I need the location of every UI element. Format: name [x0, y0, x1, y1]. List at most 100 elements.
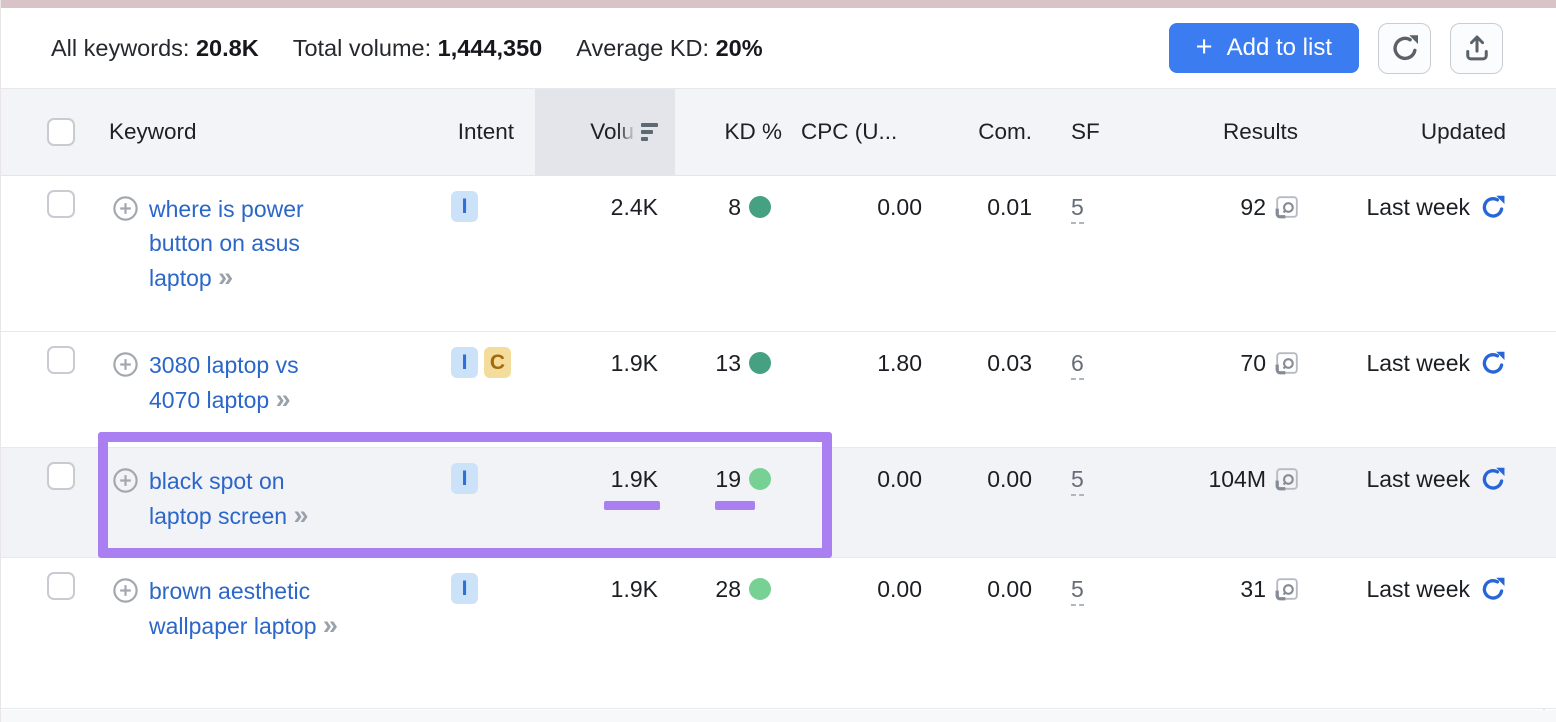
add-keyword-icon[interactable]	[111, 194, 140, 331]
refresh-keyword-icon[interactable]	[1480, 576, 1506, 708]
stat-average-kd-value: 20%	[716, 35, 763, 61]
com-value: 0.00	[931, 448, 1041, 557]
table-row: brown aesthetic wallpaper laptop » I 1.9…	[1, 558, 1556, 709]
column-header-cpc[interactable]: CPC (U...	[791, 89, 931, 175]
annotation-underline-volume	[604, 501, 660, 510]
expand-keyword-icon[interactable]: »	[323, 610, 338, 640]
keyword-magic-tool-page: All keywords: 20.8K Total volume: 1,444,…	[0, 0, 1556, 722]
cpc-value: 1.80	[791, 332, 931, 447]
sort-descending-icon	[641, 123, 658, 141]
com-value: 0.00	[931, 558, 1041, 708]
add-to-list-button[interactable]: + Add to list	[1169, 23, 1359, 73]
column-header-intent[interactable]: Intent	[445, 89, 535, 175]
table-body: where is power button on asus laptop » I…	[1, 176, 1556, 709]
sf-value[interactable]: 5	[1071, 194, 1084, 224]
volume-value: 1.9K	[535, 332, 675, 447]
results-value: 31	[1240, 574, 1266, 708]
kd-value: 28	[715, 574, 741, 708]
volume-value: 2.4K	[535, 176, 675, 331]
column-header-sf[interactable]: SF	[1041, 89, 1101, 175]
column-header-kd[interactable]: KD %	[675, 89, 791, 175]
com-value: 0.03	[931, 332, 1041, 447]
results-value: 104M	[1208, 464, 1266, 557]
table-header: Keyword Intent Volu KD % CPC (U... Com. …	[1, 89, 1556, 176]
toolbar-actions: + Add to list	[1169, 23, 1503, 74]
expand-keyword-icon[interactable]: »	[218, 262, 233, 292]
window-top-strip	[1, 0, 1556, 8]
serp-preview-icon[interactable]	[1273, 193, 1301, 331]
table-row: where is power button on asus laptop » I…	[1, 176, 1556, 332]
volume-value: 1.9K	[535, 558, 675, 708]
refresh-icon	[1390, 33, 1420, 63]
column-header-keyword[interactable]: Keyword	[105, 89, 445, 175]
column-header-updated[interactable]: Updated	[1311, 89, 1556, 175]
row-checkbox[interactable]	[47, 190, 75, 218]
column-header-results[interactable]: Results	[1101, 89, 1311, 175]
kd-value: 19	[715, 464, 741, 557]
refresh-keyword-icon[interactable]	[1480, 194, 1506, 331]
select-all-checkbox[interactable]	[47, 118, 75, 146]
add-keyword-icon[interactable]	[111, 350, 140, 447]
kd-value: 13	[715, 348, 741, 447]
table-row: 3080 laptop vs 4070 laptop » I C 1.9K 13…	[1, 332, 1556, 448]
refresh-button[interactable]	[1378, 23, 1431, 74]
export-button[interactable]	[1450, 23, 1503, 74]
expand-keyword-icon[interactable]: »	[276, 384, 291, 414]
intent-badge-informational[interactable]: I	[451, 191, 478, 222]
table-row-highlighted: black spot on laptop screen » I 1.9K 19 …	[1, 448, 1556, 558]
add-keyword-icon[interactable]	[111, 466, 140, 557]
refresh-keyword-icon[interactable]	[1480, 350, 1506, 447]
results-value: 92	[1240, 192, 1266, 331]
stat-all-keywords: All keywords: 20.8K	[51, 35, 259, 62]
stat-average-kd: Average KD: 20%	[576, 35, 762, 62]
expand-keyword-icon[interactable]: »	[293, 500, 308, 530]
export-icon	[1462, 33, 1492, 63]
column-header-com[interactable]: Com.	[931, 89, 1041, 175]
com-value: 0.01	[931, 176, 1041, 331]
plus-icon: +	[1196, 33, 1213, 62]
stat-total-volume: Total volume: 1,444,350	[293, 35, 543, 62]
kd-level-dot	[749, 468, 771, 490]
column-header-volume[interactable]: Volu	[535, 89, 675, 175]
stat-all-keywords-label: All keywords:	[51, 35, 189, 61]
sf-value[interactable]: 6	[1071, 350, 1084, 380]
results-value: 70	[1240, 348, 1266, 447]
cpc-value: 0.00	[791, 558, 931, 708]
intent-badge-informational[interactable]: I	[451, 463, 478, 494]
serp-preview-icon[interactable]	[1273, 349, 1301, 447]
row-checkbox[interactable]	[47, 572, 75, 600]
kd-level-dot	[749, 352, 771, 374]
updated-value: Last week	[1366, 348, 1470, 447]
sf-value[interactable]: 5	[1071, 466, 1084, 496]
cpc-value: 0.00	[791, 176, 931, 331]
next-row-partial	[1, 710, 1556, 722]
serp-preview-icon[interactable]	[1273, 575, 1301, 708]
stat-average-kd-label: Average KD:	[576, 35, 709, 61]
stat-total-volume-value: 1,444,350	[438, 35, 543, 61]
stat-total-volume-label: Total volume:	[293, 35, 431, 61]
summary-toolbar: All keywords: 20.8K Total volume: 1,444,…	[1, 8, 1556, 89]
annotation-underline-kd	[715, 501, 755, 510]
add-to-list-label: Add to list	[1227, 34, 1332, 62]
summary-stats: All keywords: 20.8K Total volume: 1,444,…	[51, 35, 763, 62]
updated-value: Last week	[1366, 464, 1470, 557]
row-checkbox[interactable]	[47, 346, 75, 374]
updated-value: Last week	[1366, 574, 1470, 708]
keyword-link[interactable]: black spot on laptop screen	[149, 468, 287, 529]
row-checkbox[interactable]	[47, 462, 75, 490]
intent-badge-informational[interactable]: I	[451, 347, 478, 378]
volume-header-label: Volu	[590, 119, 634, 145]
cpc-value: 0.00	[791, 448, 931, 557]
updated-value: Last week	[1366, 192, 1470, 331]
keyword-link[interactable]: brown aesthetic wallpaper laptop	[149, 578, 317, 639]
kd-level-dot	[749, 196, 771, 218]
refresh-keyword-icon[interactable]	[1480, 466, 1506, 557]
kd-value: 8	[728, 192, 741, 331]
sf-value[interactable]: 5	[1071, 576, 1084, 606]
intent-badge-informational[interactable]: I	[451, 573, 478, 604]
add-keyword-icon[interactable]	[111, 576, 140, 708]
serp-preview-icon[interactable]	[1273, 465, 1301, 557]
stat-all-keywords-value: 20.8K	[196, 35, 259, 61]
kd-level-dot	[749, 578, 771, 600]
intent-badge-commercial[interactable]: C	[484, 347, 511, 378]
